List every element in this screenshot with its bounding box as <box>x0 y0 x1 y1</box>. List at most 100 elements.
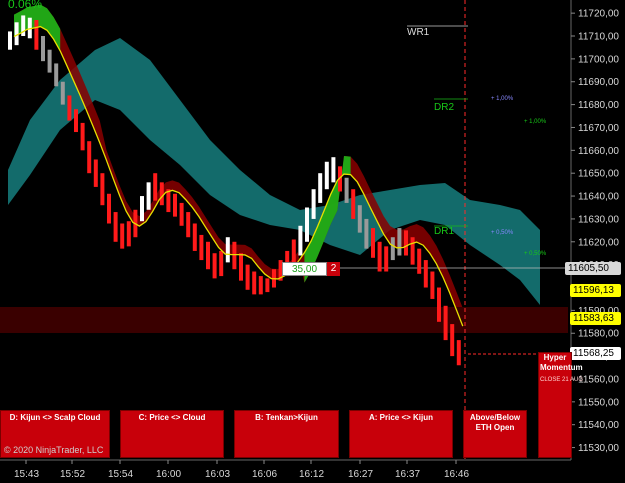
x-tick-label: 16:00 <box>156 469 181 480</box>
x-tick-label: 16:27 <box>348 469 373 480</box>
candle-bar <box>450 324 455 357</box>
candle-bar <box>252 271 257 295</box>
candle-bar <box>404 230 408 256</box>
candle-bar <box>265 278 270 293</box>
yellow-upper-tag: 11596,13 <box>570 284 621 297</box>
candle-bar <box>384 246 389 272</box>
candle-bar <box>206 241 210 270</box>
y-tick-label: 11660,00 <box>578 146 619 157</box>
candle-bar <box>87 141 92 174</box>
candle-bar <box>80 122 85 151</box>
pct-label: + 1,00% <box>491 96 514 102</box>
y-tick-label: 11540,00 <box>578 420 619 431</box>
candle-bar <box>410 237 415 265</box>
y-tick-label: 11630,00 <box>578 214 619 225</box>
candle-bar <box>291 239 296 265</box>
dr2-label: DR2 <box>434 102 455 113</box>
x-tick-label: 16:03 <box>205 469 230 480</box>
candle-bar <box>456 340 461 366</box>
candle-bar <box>159 182 164 206</box>
candle-bar <box>437 287 441 322</box>
wr1-label: WR1 <box>407 27 430 38</box>
candle-bar <box>377 241 382 272</box>
order-count-badge[interactable]: 2 <box>327 262 340 276</box>
y-tick-label: 11680,00 <box>578 100 619 111</box>
candle-bar <box>14 22 19 46</box>
candle-bar <box>331 157 336 183</box>
y-tick-label: 11530,00 <box>578 443 619 454</box>
x-axis: 15:43 15:52 15:54 16:00 16:03 16:06 16:12 16:27… <box>14 460 469 480</box>
candle-bar <box>179 202 184 226</box>
candle-bar <box>357 205 362 233</box>
candle-bar <box>390 237 395 261</box>
candle-bar <box>186 212 191 238</box>
y-tick-label: 11580,00 <box>578 329 619 340</box>
price-kijun-panel[interactable]: A: Price <> Kijun <box>349 410 453 458</box>
y-tick-label: 11640,00 <box>578 192 619 203</box>
kijun-band <box>14 4 463 327</box>
hyper-momentum-panel[interactable]: Hyper Momentum CLOSE 21 AUG <box>538 352 584 458</box>
y-tick-label: 11700,00 <box>578 54 619 65</box>
candle-bar <box>199 234 204 261</box>
candle-bar <box>41 36 45 62</box>
hyper-momentum-label: Hyper Momentum <box>540 353 583 372</box>
y-tick-label: 11710,00 <box>578 32 619 43</box>
candle-bar <box>173 193 177 217</box>
resistance-zone <box>0 307 568 333</box>
x-tick-label: 15:43 <box>14 469 39 480</box>
tenkan-kijun-fill <box>14 4 463 327</box>
candle-bar <box>67 95 72 121</box>
candle-bar <box>364 218 369 249</box>
current-price-tag: 11605,50 <box>565 262 621 275</box>
y-tick-label: 11690,00 <box>578 77 619 88</box>
y-tick-label: 11670,00 <box>578 123 619 134</box>
candle-bar <box>146 182 151 210</box>
candle-bar <box>34 20 39 50</box>
candle-bar <box>298 225 303 256</box>
y-tick-label: 11720,00 <box>578 9 619 20</box>
eth-open-panel[interactable]: Above/Below ETH Open <box>463 410 527 458</box>
candle-bar <box>305 207 309 242</box>
candle-bar <box>371 228 375 258</box>
candle-bar <box>344 177 349 203</box>
candle-bar <box>107 193 111 224</box>
candle-bar <box>74 109 78 133</box>
candle-bar <box>324 161 329 190</box>
pct-label: + 0,50% <box>524 251 547 257</box>
candle-bar <box>93 159 98 187</box>
low-price-tag: 11568,25 <box>570 347 621 360</box>
x-tick-label: 16:06 <box>252 469 277 480</box>
candle-bar <box>47 49 52 73</box>
candle-bar <box>430 271 435 299</box>
y-tick-label: 11650,00 <box>578 169 619 180</box>
x-tick-label: 16:12 <box>299 469 324 480</box>
x-tick-label: 16:46 <box>444 469 469 480</box>
candle-bar <box>258 276 263 295</box>
candle-bar <box>120 223 125 249</box>
x-tick-label: 15:54 <box>108 469 133 480</box>
candle-bar <box>100 173 105 206</box>
order-quantity[interactable]: 35,00 <box>282 262 327 276</box>
y-tick-label: 11550,00 <box>578 397 619 408</box>
pct-label: + 0,50% <box>491 230 514 236</box>
candle-bar <box>60 81 65 105</box>
tenkan-kijun-panel[interactable]: B: Tenkan>Kijun <box>234 410 339 458</box>
candle-bar <box>423 260 428 288</box>
candle-bar <box>126 221 131 247</box>
candle-bar <box>8 31 12 50</box>
dr1-label: DR1 <box>434 226 455 237</box>
y-tick-label: 11560,00 <box>578 374 619 385</box>
candle-bar <box>239 253 243 281</box>
candle-bar <box>311 189 316 219</box>
y-tick-label: 11620,00 <box>578 237 619 248</box>
hyper-momentum-sub: CLOSE 21 AUG <box>540 377 584 383</box>
candle-bar <box>219 250 224 277</box>
candle-bar <box>397 228 402 256</box>
candle-bar <box>225 237 230 263</box>
copyright: © 2020 NinjaTrader, LLC <box>4 445 104 455</box>
candle-bar <box>443 305 448 341</box>
order-box[interactable]: 35,00 2 <box>282 262 340 276</box>
x-tick-label: 16:37 <box>395 469 420 480</box>
price-cloud-panel[interactable]: C: Price <> Cloud <box>120 410 224 458</box>
candle-bar <box>212 253 217 279</box>
